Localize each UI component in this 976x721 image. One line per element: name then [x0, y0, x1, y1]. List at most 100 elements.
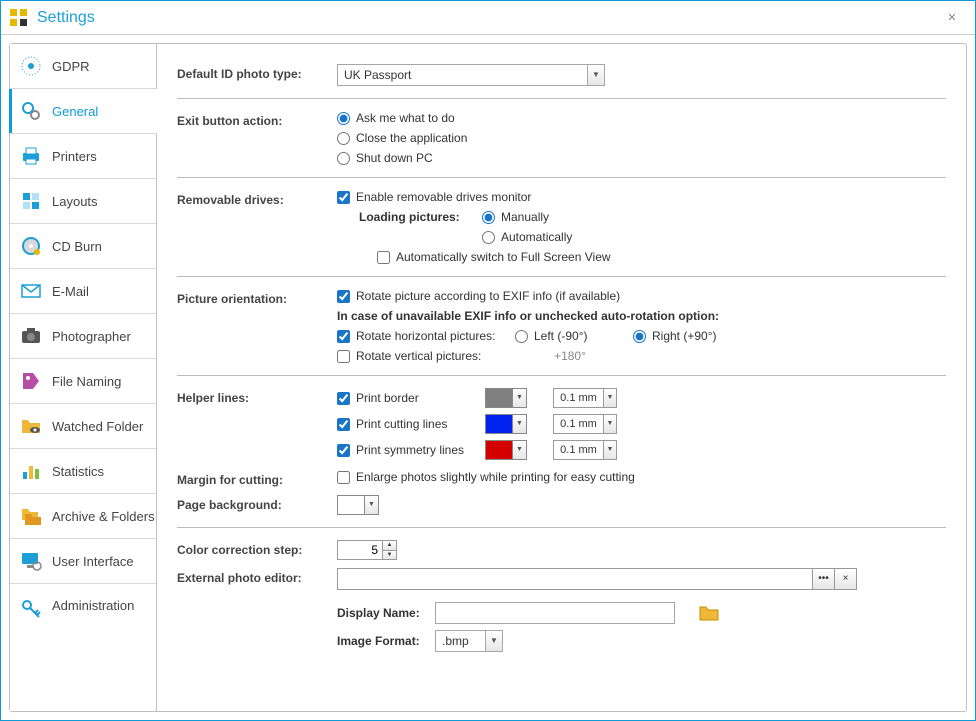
sidebar-item-label: Archive & Folders: [52, 509, 155, 524]
clear-button[interactable]: ×: [835, 568, 857, 590]
orientation-note: In case of unavailable EXIF info or unch…: [337, 309, 946, 323]
titlebar: Settings ×: [1, 1, 975, 35]
sidebar-item-layouts[interactable]: Layouts: [10, 179, 157, 224]
sidebar-item-cdburn[interactable]: CD Burn: [10, 224, 157, 269]
sidebar-item-label: E-Mail: [52, 284, 89, 299]
loading-pictures-label: Loading pictures:: [359, 210, 474, 224]
sidebar-item-general[interactable]: General: [10, 89, 157, 134]
sidebar-item-admin[interactable]: Administration: [10, 584, 157, 711]
margin-cutting-label: Margin for cutting:: [177, 470, 337, 487]
enable-removable-checkbox[interactable]: Enable removable drives monitor: [337, 190, 946, 204]
sidebar: GDPR General Printers Layouts CD Burn E-…: [9, 43, 157, 712]
chevron-down-icon: ▼: [513, 440, 527, 460]
print-symmetry-checkbox[interactable]: Print symmetry lines: [337, 443, 477, 457]
exit-radio-close[interactable]: Close the application: [337, 131, 946, 145]
bar-chart-icon: [20, 460, 42, 482]
exit-action-label: Exit button action:: [177, 111, 337, 128]
external-editor-label: External photo editor:: [177, 568, 337, 585]
sidebar-item-watched[interactable]: Watched Folder: [10, 404, 157, 449]
border-width-combo[interactable]: 0.1 mm▼: [553, 388, 617, 408]
rotate-left-radio[interactable]: Left (-90°): [515, 329, 625, 343]
chevron-down-icon: ▼: [485, 630, 503, 652]
chevron-down-icon: ▼: [603, 414, 617, 434]
chevron-down-icon: ▼: [603, 440, 617, 460]
sidebar-item-photographer[interactable]: Photographer: [10, 314, 157, 359]
exit-radio-ask[interactable]: Ask me what to do: [337, 111, 946, 125]
printer-icon: [20, 145, 42, 167]
print-border-checkbox[interactable]: Print border: [337, 391, 477, 405]
color-correction-spinner[interactable]: ▲▼: [337, 540, 946, 560]
folders-icon: [20, 505, 42, 527]
monitor-gear-icon: [20, 550, 42, 572]
cutting-color-picker[interactable]: ▼: [485, 414, 527, 434]
settings-panel-general: Default ID photo type: UK Passport ▼ Exi…: [157, 43, 967, 712]
key-icon: [20, 598, 42, 620]
rotate-vertical-checkbox[interactable]: Rotate vertical pictures:: [337, 349, 507, 363]
default-photo-type-combo[interactable]: UK Passport ▼: [337, 64, 946, 86]
cutting-width-combo[interactable]: 0.1 mm▼: [553, 414, 617, 434]
page-bg-color-picker[interactable]: ▼: [337, 495, 946, 515]
external-editor-input[interactable]: [337, 568, 813, 590]
spin-down-icon[interactable]: ▼: [383, 550, 397, 560]
envelope-icon: [20, 280, 42, 302]
enlarge-photos-checkbox[interactable]: Enlarge photos slightly while printing f…: [337, 470, 946, 484]
sidebar-item-label: User Interface: [52, 554, 134, 569]
sidebar-item-label: Photographer: [52, 329, 131, 344]
spin-up-icon[interactable]: ▲: [383, 540, 397, 550]
rotate-exif-checkbox[interactable]: Rotate picture according to EXIF info (i…: [337, 289, 946, 303]
rotate-right-radio[interactable]: Right (+90°): [633, 329, 717, 343]
sidebar-item-archive[interactable]: Archive & Folders: [10, 494, 157, 539]
chevron-down-icon: ▼: [587, 64, 605, 86]
sidebar-item-filenaming[interactable]: File Naming: [10, 359, 157, 404]
sidebar-item-label: Administration: [52, 598, 134, 613]
sidebar-item-label: File Naming: [52, 374, 121, 389]
chevron-down-icon: ▼: [603, 388, 617, 408]
image-format-combo[interactable]: .bmp ▼: [435, 630, 503, 652]
chevron-down-icon: ▼: [513, 414, 527, 434]
browse-button[interactable]: •••: [813, 568, 835, 590]
removable-drives-label: Removable drives:: [177, 190, 337, 207]
default-photo-type-value: UK Passport: [337, 64, 587, 86]
folder-icon[interactable]: [699, 605, 719, 621]
auto-fullscreen-checkbox[interactable]: Automatically switch to Full Screen View: [377, 250, 611, 264]
display-name-label: Display Name:: [337, 606, 427, 620]
sidebar-item-gdpr[interactable]: GDPR: [10, 44, 157, 89]
rotate-180-label: +180°: [515, 349, 625, 363]
loading-radio-auto[interactable]: Automatically: [482, 230, 572, 244]
sidebar-item-label: Statistics: [52, 464, 104, 479]
sidebar-item-label: GDPR: [52, 59, 90, 74]
display-name-input[interactable]: [435, 602, 675, 624]
chevron-down-icon: ▼: [513, 388, 527, 408]
tag-icon: [20, 370, 42, 392]
app-icon: [9, 8, 29, 28]
camera-icon: [20, 325, 42, 347]
helper-lines-label: Helper lines:: [177, 388, 337, 405]
rotate-horizontal-checkbox[interactable]: Rotate horizontal pictures:: [337, 329, 507, 343]
border-color-picker[interactable]: ▼: [485, 388, 527, 408]
sidebar-item-email[interactable]: E-Mail: [10, 269, 157, 314]
sidebar-item-label: Watched Folder: [52, 419, 143, 434]
sidebar-item-label: CD Burn: [52, 239, 102, 254]
exit-radio-shutdown[interactable]: Shut down PC: [337, 151, 946, 165]
default-photo-type-label: Default ID photo type:: [177, 64, 337, 81]
folder-eye-icon: [20, 415, 42, 437]
orientation-label: Picture orientation:: [177, 289, 337, 306]
sidebar-item-ui[interactable]: User Interface: [10, 539, 157, 584]
gears-icon: [20, 100, 42, 122]
close-button[interactable]: ×: [929, 9, 975, 26]
color-correction-value[interactable]: [337, 540, 383, 560]
sidebar-item-statistics[interactable]: Statistics: [10, 449, 157, 494]
sidebar-item-printers[interactable]: Printers: [10, 134, 157, 179]
sidebar-item-label: Printers: [52, 149, 97, 164]
window-title: Settings: [37, 9, 929, 27]
grid-icon: [20, 190, 42, 212]
symmetry-color-picker[interactable]: ▼: [485, 440, 527, 460]
sidebar-item-label: Layouts: [52, 194, 98, 209]
symmetry-width-combo[interactable]: 0.1 mm▼: [553, 440, 617, 460]
page-background-label: Page background:: [177, 495, 337, 512]
print-cutting-checkbox[interactable]: Print cutting lines: [337, 417, 477, 431]
sidebar-item-label: General: [52, 104, 98, 119]
image-format-label: Image Format:: [337, 634, 427, 648]
loading-radio-manual[interactable]: Manually: [482, 210, 549, 224]
chevron-down-icon: ▼: [365, 495, 379, 515]
